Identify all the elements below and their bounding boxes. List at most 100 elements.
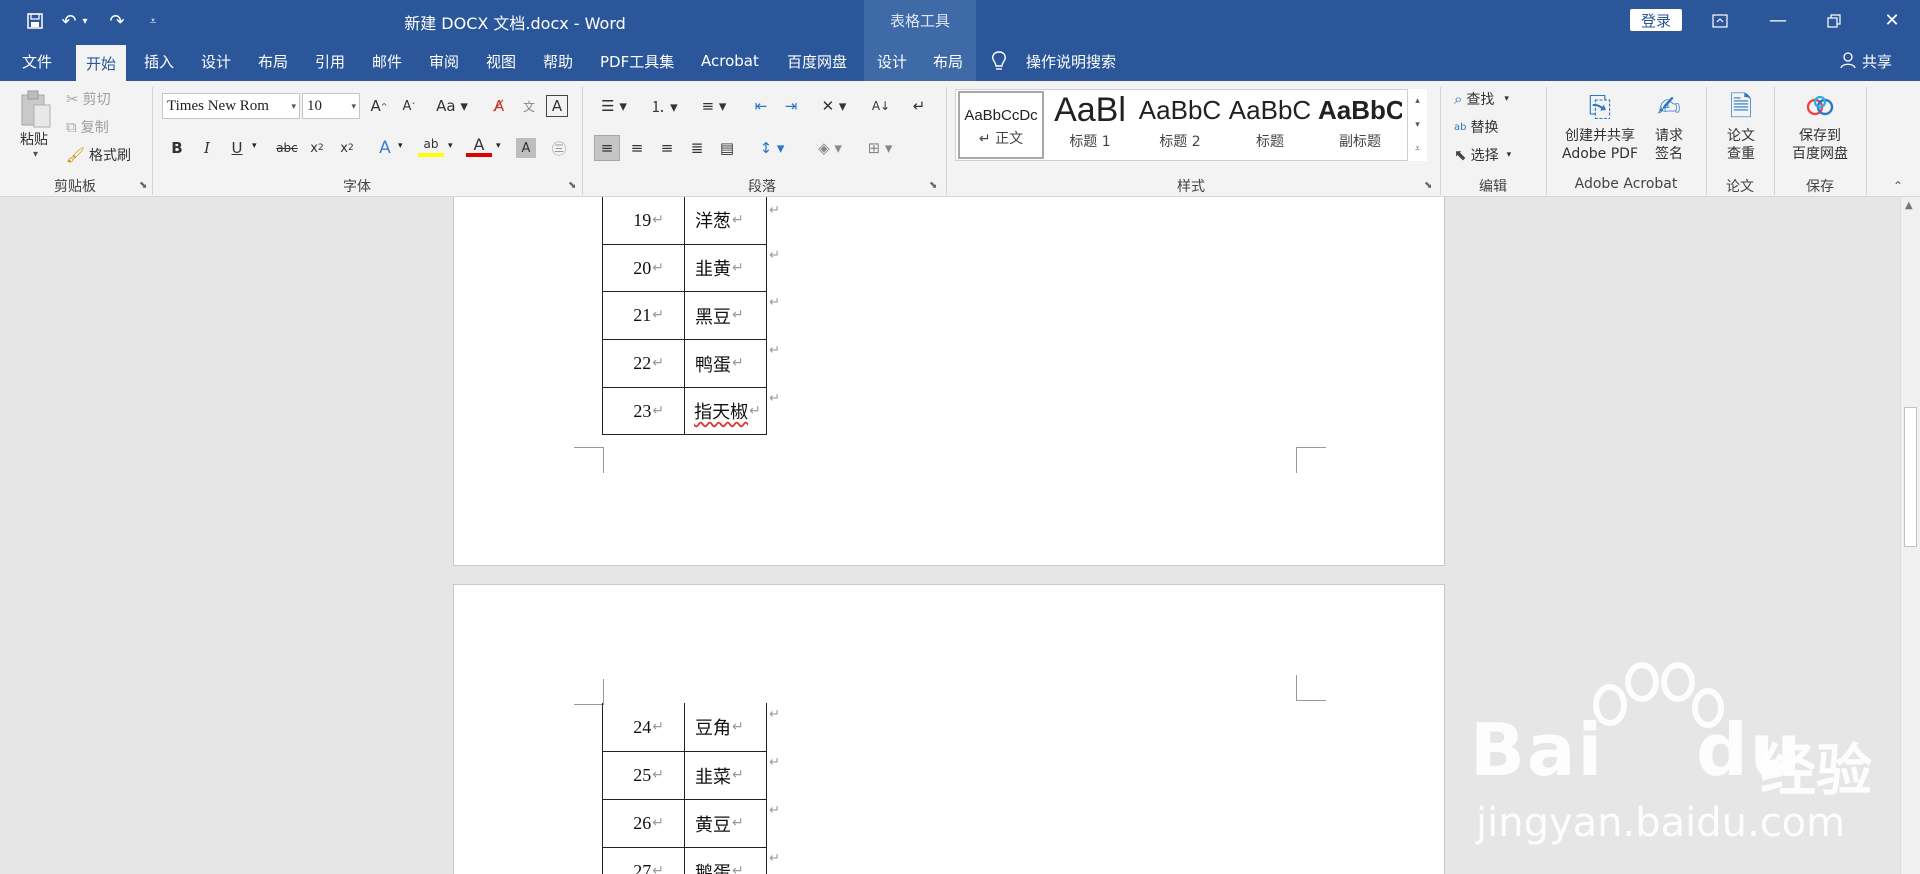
ribbon-display-options-icon[interactable]: [1692, 0, 1748, 41]
row-number-cell[interactable]: 21 ↵: [602, 291, 686, 340]
minimize-icon[interactable]: —: [1750, 0, 1806, 41]
cut-button[interactable]: ✂ 剪切: [66, 89, 111, 109]
create-share-pdf-button[interactable]: ⎘ 创建并共享 Adobe PDF: [1554, 87, 1646, 163]
tab-table-design[interactable]: 设计: [864, 41, 920, 81]
align-center-icon[interactable]: ≡: [624, 135, 650, 161]
item-cell[interactable]: 韭菜 ↵: [684, 751, 768, 800]
tab-pdf-tools[interactable]: PDF工具集: [590, 41, 684, 81]
tab-references[interactable]: 引用: [305, 41, 355, 81]
clear-formatting-icon[interactable]: A̸: [486, 93, 512, 119]
tab-layout[interactable]: 布局: [248, 41, 298, 81]
row-number-cell[interactable]: 25 ↵: [602, 751, 686, 800]
request-signature-button[interactable]: ✍ 请求 签名: [1648, 87, 1690, 163]
share-button[interactable]: 共享: [1852, 41, 1902, 81]
style-normal[interactable]: AaBbCcDc ↵ 正文: [958, 91, 1044, 159]
show-marks-icon[interactable]: ↵: [906, 93, 932, 119]
row-number-cell[interactable]: 24 ↵: [602, 703, 686, 752]
bold-icon[interactable]: B: [164, 135, 190, 161]
underline-icon[interactable]: U: [224, 135, 250, 161]
tab-file[interactable]: 文件: [12, 41, 62, 81]
decrease-indent-icon[interactable]: ⇤: [748, 93, 774, 119]
row-number-cell[interactable]: 23 ↵: [602, 387, 686, 435]
subscript-icon[interactable]: x2: [304, 135, 330, 161]
paragraph-launcher-icon[interactable]: ⬊: [929, 180, 937, 191]
shrink-font-icon[interactable]: Aˇ: [396, 93, 422, 119]
paste-icon[interactable]: [18, 89, 58, 129]
item-cell[interactable]: 韭黄 ↵: [684, 244, 768, 292]
row-number-cell[interactable]: 20 ↵: [602, 244, 686, 292]
item-cell[interactable]: 洋葱 ↵: [684, 197, 768, 245]
restore-icon[interactable]: [1806, 0, 1862, 41]
close-icon[interactable]: ✕: [1864, 0, 1920, 41]
align-right-icon[interactable]: ≡: [654, 135, 680, 161]
font-color-icon[interactable]: A: [466, 135, 492, 157]
row-number-cell[interactable]: 27 ↵: [602, 847, 686, 874]
paste-button[interactable]: 粘贴: [20, 129, 48, 149]
replace-button[interactable]: ab 替换: [1454, 117, 1498, 137]
tab-help[interactable]: 帮助: [533, 41, 583, 81]
tell-me-search[interactable]: 操作说明搜索: [1016, 41, 1126, 81]
tab-table-layout[interactable]: 布局: [920, 41, 976, 81]
tab-mailings[interactable]: 邮件: [362, 41, 412, 81]
tab-acrobat[interactable]: Acrobat: [691, 41, 769, 81]
tab-review[interactable]: 审阅: [419, 41, 469, 81]
line-spacing-icon[interactable]: ↕ ▾: [752, 135, 792, 161]
style-heading1[interactable]: AaBl 标题 1: [1048, 91, 1132, 157]
row-number-cell[interactable]: 22 ↵: [602, 339, 686, 388]
paste-dropdown-icon[interactable]: ▾: [33, 149, 38, 160]
styles-launcher-icon[interactable]: ⬊: [1424, 180, 1432, 191]
item-cell[interactable]: 豆角 ↵: [684, 703, 768, 752]
bullets-icon[interactable]: ☰ ▾: [594, 93, 634, 119]
character-shading-icon[interactable]: A: [516, 138, 536, 158]
font-name-dropdown[interactable]: Times New Rom ▾: [162, 93, 300, 119]
borders-icon[interactable]: ⊞ ▾: [860, 135, 900, 161]
font-size-dropdown[interactable]: 10 ▾: [302, 93, 360, 119]
row-number-cell[interactable]: 26 ↵: [602, 799, 686, 848]
align-left-icon[interactable]: ≡: [594, 135, 620, 161]
style-subtitle[interactable]: AaBbC 副标题: [1318, 91, 1402, 157]
format-painter-button[interactable]: 🖌 格式刷: [66, 145, 131, 165]
scroll-up-icon[interactable]: ▲: [1905, 200, 1913, 211]
phonetic-guide-icon[interactable]: 文: [516, 93, 542, 119]
sort-icon[interactable]: A↓: [868, 93, 894, 119]
justify-icon[interactable]: ≣: [684, 135, 710, 161]
grow-font-icon[interactable]: A ^: [366, 93, 392, 119]
superscript-icon[interactable]: x2: [334, 135, 360, 161]
font-launcher-icon[interactable]: ⬊: [568, 180, 576, 191]
paper-check-button[interactable]: 🗎 论文 查重: [1716, 87, 1766, 163]
chinese-layout-icon[interactable]: ✕ ▾: [814, 93, 854, 119]
tab-insert[interactable]: 插入: [134, 41, 184, 81]
login-button[interactable]: 登录: [1630, 9, 1682, 31]
multilevel-list-icon[interactable]: ≡ ▾: [694, 93, 734, 119]
highlight-color-icon[interactable]: ab: [418, 135, 444, 157]
change-case-icon[interactable]: Aa ▾: [432, 93, 472, 119]
shading-icon[interactable]: ◈ ▾: [810, 135, 850, 161]
clipboard-launcher-icon[interactable]: ⬊: [139, 180, 147, 191]
strikethrough-icon[interactable]: abc: [274, 135, 300, 161]
styles-scroll-buttons[interactable]: ▴ ▾ ⩡: [1407, 89, 1427, 161]
item-cell[interactable]: 指天椒 ↵: [684, 387, 768, 435]
enclose-characters-icon[interactable]: ㊂: [546, 135, 572, 161]
item-cell[interactable]: 黄豆 ↵: [684, 799, 768, 848]
find-button[interactable]: ⌕ 查找 ▾: [1454, 89, 1509, 109]
style-title[interactable]: AaBbC 标题: [1228, 91, 1312, 157]
item-cell[interactable]: 鹅蛋 ↵: [684, 847, 768, 874]
select-button[interactable]: ⬉ 选择 ▾: [1454, 145, 1511, 165]
character-border-icon[interactable]: A: [546, 95, 568, 117]
save-to-baidu-button[interactable]: 保存到 百度网盘: [1784, 87, 1856, 163]
text-effects-icon[interactable]: A: [372, 135, 398, 161]
copy-button[interactable]: ⧉ 复制: [66, 117, 109, 137]
distributed-icon[interactable]: ▤: [714, 135, 740, 161]
numbering-icon[interactable]: ⒈ ▾: [644, 93, 684, 119]
scroll-thumb[interactable]: [1904, 407, 1917, 547]
chevron-down-icon[interactable]: ▾: [448, 141, 453, 151]
collapse-ribbon-icon[interactable]: ⌃: [1893, 179, 1903, 193]
row-number-cell[interactable]: 19 ↵: [602, 197, 686, 245]
tab-view[interactable]: 视图: [476, 41, 526, 81]
chevron-down-icon[interactable]: ▾: [252, 141, 257, 151]
tab-baidu-netdisk[interactable]: 百度网盘: [777, 41, 857, 81]
chevron-down-icon[interactable]: ▾: [398, 141, 403, 151]
tab-design[interactable]: 设计: [191, 41, 241, 81]
item-cell[interactable]: 黑豆 ↵: [684, 291, 768, 340]
item-cell[interactable]: 鸭蛋 ↵: [684, 339, 768, 388]
